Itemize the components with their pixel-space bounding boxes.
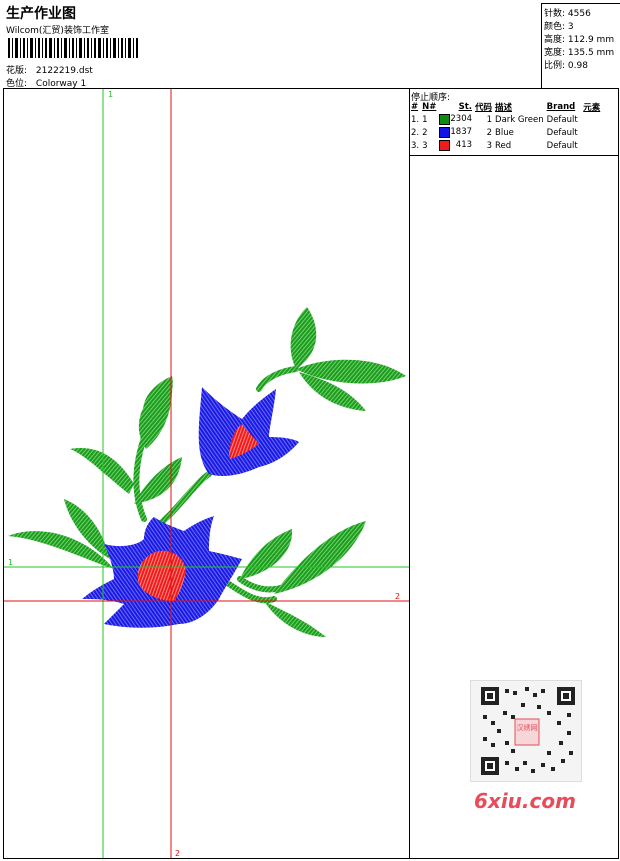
thread-description: Red <box>495 140 512 151</box>
height-row: 高度: 112.9 mm <box>544 32 614 45</box>
qr-code-icon: 汉绣网 <box>481 687 575 775</box>
embroidery-design: 1 1 2 2 <box>4 89 409 858</box>
thread-brand: Default <box>546 140 578 151</box>
stitch-count: 2304 <box>450 114 473 124</box>
table-row: 3. 3 413 3 Red Default <box>411 139 603 152</box>
needle-number: 3 <box>422 140 428 151</box>
thread-brand: Default <box>546 114 578 125</box>
stitch-count: 1837 <box>450 127 473 137</box>
ratio-value: 0.98 <box>567 61 588 71</box>
element-cell <box>583 113 603 126</box>
col-header: Brand <box>546 102 576 112</box>
watermark-qr: 汉绣网 <box>470 680 582 782</box>
row-index: 2. <box>411 127 420 138</box>
row-index: 1. <box>411 114 420 125</box>
stitches-row: 针数: 4556 <box>544 6 591 19</box>
stitches-label: 针数: <box>544 9 566 19</box>
design-label: 花版: <box>6 66 28 76</box>
company-name: Wilcom(汇贸)装饰工作室 <box>6 26 109 36</box>
col-header: # <box>411 102 419 112</box>
stitch-cell: 2304 <box>439 113 475 126</box>
element-cell <box>583 139 603 152</box>
height-label: 高度: <box>544 35 566 45</box>
stitch-cell: 1837 <box>439 126 475 139</box>
thread-description: Blue <box>495 127 514 138</box>
production-sheet: 生产作业图 Wilcom(汇贸)装饰工作室 花版: 2122219.dst 色位… <box>0 0 620 861</box>
color-swatch <box>439 127 451 138</box>
ratio-label: 比例: <box>544 61 566 71</box>
width-label: 宽度: <box>544 48 566 58</box>
stitch-cell: 413 <box>439 139 475 152</box>
thread-code: 2 <box>486 127 493 138</box>
color-sequence-table: # N# St. 代码 描述 Brand 元素 1. 1 2304 1 Dark… <box>411 101 603 152</box>
guide-label-green-top: 1 <box>108 90 113 99</box>
page-title: 生产作业图 <box>6 6 76 22</box>
width-value: 135.5 mm <box>567 48 615 58</box>
design-file: 2122219.dst <box>35 66 93 76</box>
element-cell <box>583 126 603 139</box>
height-value: 112.9 mm <box>567 35 615 45</box>
stitches-value: 4556 <box>567 9 591 19</box>
thread-brand: Default <box>546 127 578 138</box>
width-row: 宽度: 135.5 mm <box>544 45 614 58</box>
colors-label: 颜色: <box>544 22 566 32</box>
guide-label-green-left: 1 <box>8 558 13 567</box>
needle-number: 2 <box>422 127 428 138</box>
stats-box: 针数: 4556 颜色: 3 高度: 112.9 mm 宽度: 135.5 mm… <box>541 3 620 89</box>
ratio-row: 比例: 0.98 <box>544 58 588 71</box>
thread-description: Dark Green <box>495 114 544 125</box>
guide-label-red-right: 2 <box>395 592 400 601</box>
barcode <box>8 38 138 58</box>
col-header: 描述 <box>495 103 513 113</box>
thread-code: 1 <box>486 114 493 125</box>
flower-top <box>198 387 299 477</box>
divider <box>409 155 619 156</box>
row-index: 3. <box>411 140 420 151</box>
colors-row: 颜色: 3 <box>544 19 574 32</box>
color-swatch <box>439 114 451 125</box>
col-header: St. <box>458 102 473 112</box>
color-swatch <box>439 140 451 151</box>
colors-value: 3 <box>567 22 574 32</box>
col-header: N# <box>422 102 437 112</box>
table-row: 1. 1 2304 1 Dark Green Default <box>411 113 603 126</box>
needle-number: 1 <box>422 114 428 125</box>
col-header: 代码 <box>475 103 493 113</box>
stitch-count: 413 <box>455 140 473 150</box>
thread-code: 3 <box>486 140 493 151</box>
qr-caption: 汉绣网 <box>517 723 538 732</box>
table-row: 2. 2 1837 2 Blue Default <box>411 126 603 139</box>
table-header-row: # N# St. 代码 描述 Brand 元素 <box>411 101 603 113</box>
guide-label-red-bottom: 2 <box>175 849 180 858</box>
design-row: 花版: 2122219.dst <box>6 63 93 76</box>
col-header: 元素 <box>583 103 601 113</box>
watermark-site: 6xiu.com <box>474 789 576 813</box>
